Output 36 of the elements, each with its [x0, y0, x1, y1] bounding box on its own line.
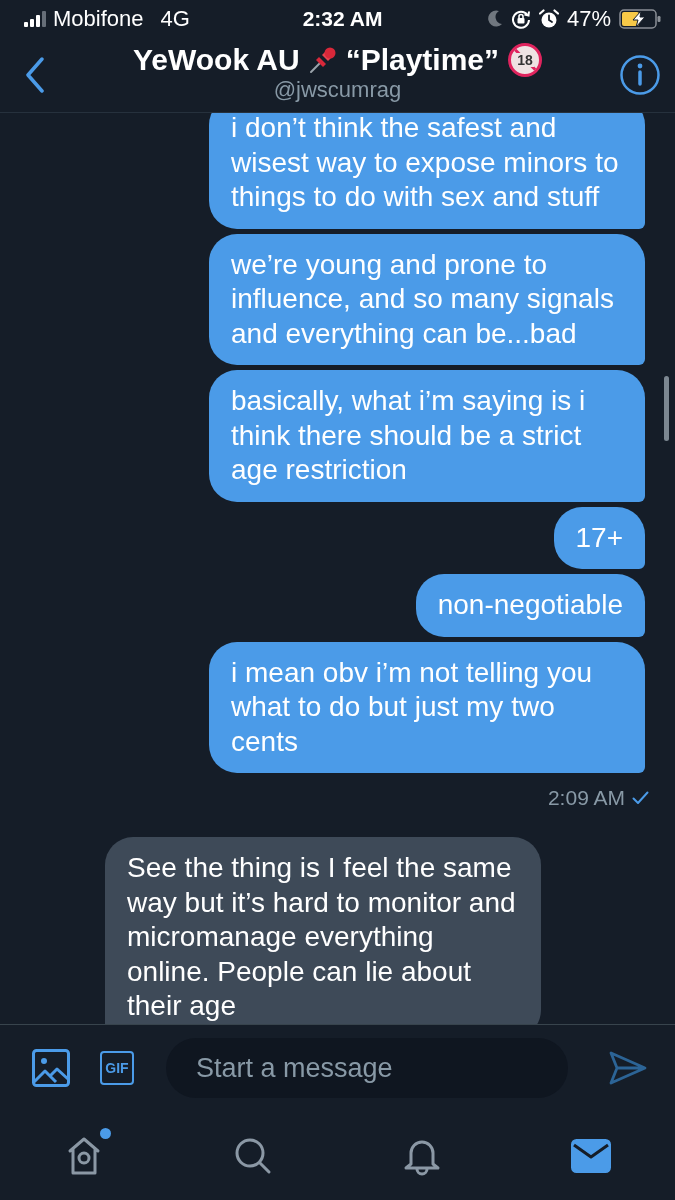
- battery-charging-icon: [619, 9, 661, 29]
- back-button[interactable]: [25, 57, 45, 93]
- clock-time: 2:32 AM: [302, 7, 383, 31]
- info-icon: [620, 55, 660, 95]
- sent-message: i don’t think the safest and wisest way to expose minors to things to do with sex and stuff: [209, 113, 645, 229]
- sent-message: we’re young and prone to influence, and so many signals and everything can be...bad: [209, 233, 645, 365]
- sent-message: 17+: [553, 506, 645, 569]
- signal-icon: [24, 11, 46, 27]
- back-chevron-icon: [25, 57, 45, 93]
- carrier-name: Mobifone: [53, 6, 144, 32]
- info-button[interactable]: [620, 55, 660, 95]
- image-icon: [32, 1049, 70, 1087]
- battery-percent: 47%: [566, 6, 611, 32]
- sent-message: non-negotiable: [415, 574, 645, 637]
- message-input[interactable]: Start a message: [166, 1038, 568, 1098]
- conversation-handle: @jwscumrag: [273, 77, 402, 103]
- conversation-title-tag: “Playtime”: [345, 43, 500, 77]
- send-icon: [609, 1051, 647, 1085]
- conversation-title: YeWook AU: [132, 43, 300, 77]
- image-button[interactable]: [32, 1049, 70, 1087]
- checkmark-icon: [632, 791, 649, 805]
- send-button[interactable]: [609, 1051, 647, 1085]
- scroll-indicator: [664, 376, 669, 441]
- search-icon: [234, 1136, 273, 1175]
- sent-message: basically, what i’m saying is i think there should be a strict age restriction: [209, 370, 645, 502]
- message-time: 2:09 AM: [547, 786, 625, 810]
- rotation-lock-icon: [510, 9, 531, 29]
- moon-icon: [486, 10, 503, 28]
- alarm-icon: [538, 9, 559, 29]
- received-message: See the thing is I feel the same way but it’s hard to monitor and micromanage everything online. People can lie about their age: [105, 837, 541, 1024]
- sent-message: i mean obv i’m not telling you what to do but just my two cents: [209, 641, 645, 773]
- pushpin-icon: [308, 46, 337, 74]
- envelope-icon: [570, 1138, 611, 1173]
- age-restriction-badge: 18: [508, 43, 543, 77]
- gif-button[interactable]: GIF: [100, 1051, 134, 1085]
- network-type: 4G: [160, 6, 190, 32]
